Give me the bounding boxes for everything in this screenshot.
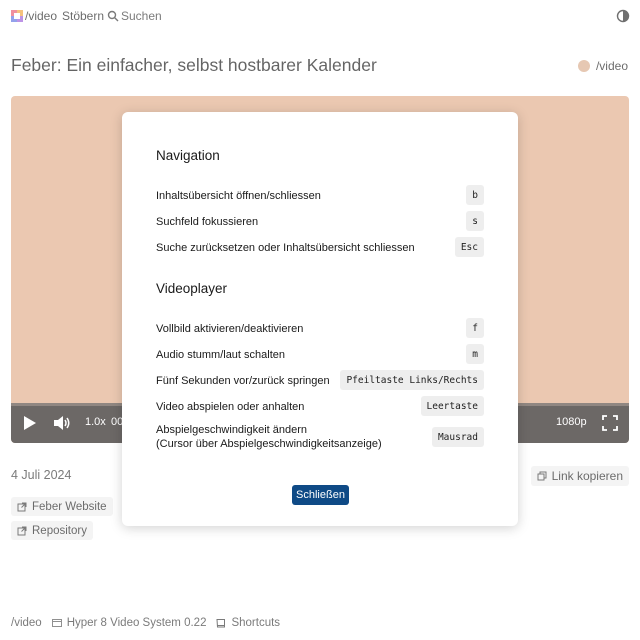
- shortcut-key: Pfeiltaste Links/Rechts: [340, 370, 484, 390]
- shortcut-label-hint: (Cursor über Abspielgeschwindigkeitsanze…: [156, 438, 382, 450]
- shortcut-key: f: [466, 318, 484, 338]
- shortcut-label: Inhaltsübersicht öffnen/schliessen: [156, 190, 321, 202]
- section-title-navigation: Navigation: [156, 148, 220, 163]
- shortcut-label: Suche zurücksetzen oder Inhaltsübersicht…: [156, 242, 415, 254]
- shortcut-label: Audio stumm/laut schalten: [156, 349, 286, 361]
- shortcut-key: Leertaste: [420, 396, 484, 416]
- shortcut-key: s: [466, 211, 484, 231]
- close-button[interactable]: Schließen: [292, 485, 349, 505]
- section-title-videoplayer: Videoplayer: [156, 281, 228, 296]
- shortcut-key: m: [466, 344, 484, 364]
- shortcut-key: b: [466, 185, 484, 205]
- shortcut-label: Video abspielen oder anhalten: [156, 401, 305, 413]
- shortcut-label: Fünf Sekunden vor/zurück springen: [156, 375, 330, 387]
- shortcut-key: Esc: [454, 237, 484, 257]
- shortcut-label: Abspielgeschwindigkeit ändern: [156, 424, 308, 436]
- shortcuts-dialog: Navigation Inhaltsübersicht öffnen/schli…: [122, 112, 518, 526]
- shortcut-label: Suchfeld fokussieren: [156, 216, 259, 228]
- shortcut-key: Mausrad: [431, 427, 484, 447]
- shortcut-label: Vollbild aktivieren/deaktivieren: [156, 323, 304, 335]
